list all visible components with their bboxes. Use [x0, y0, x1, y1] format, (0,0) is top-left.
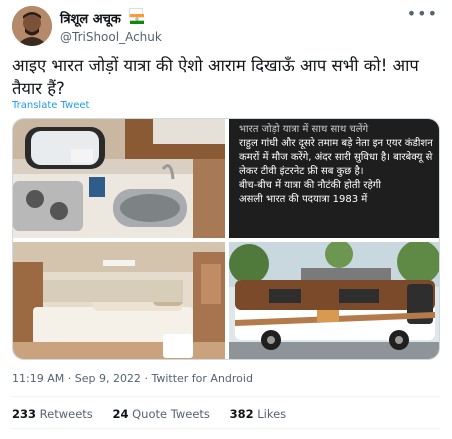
quotes-label: Quote Tweets [132, 407, 210, 421]
media-image-kitchen[interactable] [13, 119, 225, 238]
avatar[interactable] [12, 6, 52, 46]
retweets-count: 233 [12, 407, 37, 421]
quotes-count: 24 [112, 407, 129, 421]
translate-tweet-link[interactable]: Translate Tweet [12, 100, 89, 111]
overlay-text: भारत जोड़ो यात्रा में साथ साथ चलेंगे राह… [239, 123, 434, 207]
tweet-source[interactable]: Twitter for Android [151, 372, 253, 385]
likes-count: 382 [229, 407, 254, 421]
likes-stat[interactable]: 382 Likes [230, 407, 287, 421]
tweet-text: आइए भारत जोड़ों यात्रा की ऐशो आराम दिखाऊ… [12, 56, 419, 98]
retweets-stat[interactable]: 233 Retweets [12, 407, 93, 421]
overlay-paragraph-2: बीच-बीच में यात्रा की नौटंकी होती रहेगी [239, 180, 381, 191]
separator: · [67, 372, 72, 385]
media-grid: भारत जोड़ो यात्रा में साथ साथ चलेंगे राह… [12, 118, 440, 360]
author-info[interactable]: त्रिशूल अचूक @TriShool_Achuk [60, 8, 162, 44]
tweet-header: त्रिशूल अचूक @TriShool_Achuk ••• [12, 4, 440, 46]
divider [12, 428, 440, 429]
overlay-paragraph-3: असली भारत की पदयात्रा 1983 में [239, 194, 368, 205]
divider [12, 396, 440, 397]
separator: · [144, 372, 148, 385]
quote-tweets-stat[interactable]: 24 Quote Tweets [112, 407, 209, 421]
tweet-metadata: 11:19 AM · Sep 9, 2022 · Twitter for And… [12, 372, 253, 385]
tweet-time[interactable]: 11:19 AM [12, 372, 64, 385]
india-flag-icon [129, 8, 144, 24]
media-image-bus[interactable] [229, 242, 439, 359]
overlay-paragraph-1: राहुल गांधी और दूसरे तमाम बड़े नेता इन ए… [239, 138, 433, 177]
display-name[interactable]: त्रिशूल अचूक [60, 12, 121, 27]
handle[interactable]: @TriShool_Achuk [60, 30, 162, 44]
media-image-text-overlay[interactable]: भारत जोड़ो यात्रा में साथ साथ चलेंगे राह… [229, 119, 439, 238]
engagement-stats: 233 Retweets 24 Quote Tweets 382 Likes [12, 407, 302, 421]
retweets-label: Retweets [39, 407, 93, 421]
overlay-partial-top: भारत जोड़ो यात्रा में साथ साथ चलेंगे [239, 124, 369, 135]
likes-label: Likes [257, 407, 287, 421]
media-image-bedroom[interactable] [13, 242, 225, 359]
tweet-date[interactable]: Sep 9, 2022 [75, 372, 141, 385]
more-options-icon[interactable]: ••• [407, 4, 438, 23]
